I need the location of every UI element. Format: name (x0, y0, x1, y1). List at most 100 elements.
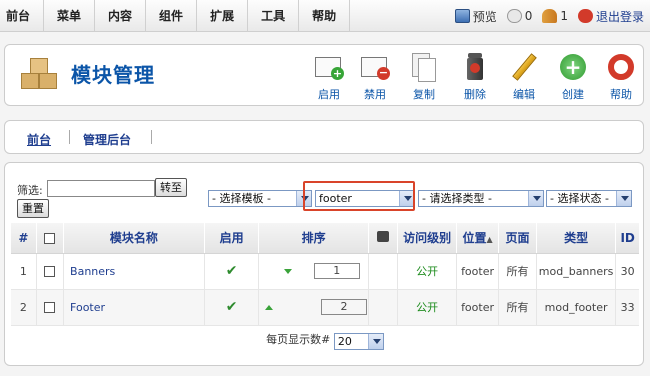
sort-up-icon: ▲ (486, 235, 493, 245)
toolbar-panel: 模块管理 + 启用 − 禁用 复制 删除 编辑 + 创建 帮助 (4, 44, 644, 106)
table-header-row: # 模块名称 启用 排序 访问级别 位置▲ 页面 类型 ID (11, 223, 639, 254)
tab-site[interactable]: 前台 (27, 131, 51, 148)
move-down-icon[interactable] (284, 269, 293, 274)
template-select-value: - 选择模板 - (212, 192, 271, 205)
help-button[interactable]: 帮助 (599, 51, 643, 102)
menu-help[interactable]: 帮助 (299, 0, 351, 32)
top-menu-bar: 前台 菜单 内容 组件 扩展 工具 帮助 预览 0 1 退出登录 (0, 0, 650, 32)
publish-button[interactable]: + 启用 (307, 51, 351, 102)
trash-icon (459, 51, 491, 83)
go-button[interactable]: 转至 (155, 178, 187, 197)
chevron-down-icon (367, 334, 383, 349)
copy-label: 复制 (413, 88, 435, 101)
filter-input[interactable] (47, 180, 155, 197)
state-select[interactable]: - 选择状态 - (546, 190, 632, 207)
menu-menus[interactable]: 菜单 (44, 0, 96, 32)
access-level[interactable]: 公开 (397, 289, 457, 326)
order-input[interactable]: 1 (313, 263, 360, 279)
menu-tools[interactable]: 工具 (248, 0, 300, 32)
menu-components[interactable]: 组件 (146, 0, 198, 32)
submenu-divider (69, 130, 70, 144)
reset-button[interactable]: 重置 (17, 199, 49, 218)
move-up-icon[interactable] (265, 305, 274, 310)
new-button[interactable]: + 创建 (551, 51, 595, 102)
logout-label: 退出登录 (595, 9, 644, 24)
menu-extensions[interactable]: 扩展 (197, 0, 249, 32)
edit-label: 编辑 (513, 88, 535, 101)
submenu-divider (151, 130, 152, 144)
state-select-value: - 选择状态 - (550, 192, 609, 205)
module-icon (17, 53, 63, 93)
unpublish-button[interactable]: − 禁用 (353, 51, 397, 102)
row-checkbox[interactable] (44, 302, 56, 313)
users-icon (542, 9, 558, 23)
col-pages[interactable]: 页面 (498, 223, 537, 254)
published-check-icon[interactable]: ✔ (226, 299, 238, 315)
menu-frontend[interactable]: 前台 (0, 0, 45, 32)
pages-value: 所有 (498, 289, 537, 326)
help-label: 帮助 (610, 88, 632, 101)
preview-icon (454, 9, 470, 23)
delete-label: 删除 (464, 88, 486, 101)
highlight-box (303, 181, 415, 211)
type-select-value: - 请选择类型 - (422, 192, 492, 205)
messages-count: 0 (524, 9, 533, 23)
id-value: 33 (615, 289, 639, 326)
logout-link[interactable]: 退出登录 (577, 8, 644, 25)
col-enabled[interactable]: 启用 (203, 223, 259, 254)
col-save-order (367, 223, 398, 254)
module-name-link[interactable]: Banners (63, 253, 205, 290)
page-size-value: 20 (337, 335, 352, 348)
row-checkbox[interactable] (44, 266, 56, 277)
filter-label: 筛选: (17, 184, 43, 197)
preview-link[interactable]: 预览 (454, 8, 497, 25)
template-select[interactable]: - 选择模板 - (208, 190, 312, 207)
delete-button[interactable]: 删除 (453, 51, 497, 102)
pencil-icon (508, 51, 540, 83)
status-area: 预览 0 1 退出登录 (449, 0, 644, 32)
position-value: footer (456, 289, 499, 326)
col-number: # (11, 223, 37, 254)
type-value: mod_footer (535, 289, 616, 326)
tab-administrator[interactable]: 管理后台 (83, 131, 131, 148)
page-size-select[interactable]: 20 (333, 333, 384, 350)
unpublish-icon: − (359, 51, 391, 83)
position-value: footer (456, 253, 499, 290)
submenu-panel: 前台 管理后台 (4, 120, 644, 154)
page-title: 模块管理 (71, 62, 155, 87)
users-link[interactable]: 1 (542, 9, 568, 23)
logout-icon (577, 9, 593, 23)
publish-icon: + (313, 51, 345, 83)
plus-circle-icon: + (557, 51, 589, 83)
col-access[interactable]: 访问级别 (397, 223, 457, 254)
edit-button[interactable]: 编辑 (502, 51, 546, 102)
access-level[interactable]: 公开 (397, 253, 457, 290)
row-number: 2 (11, 289, 37, 326)
pagination: 每页显示数# 20 (5, 331, 645, 351)
select-all-checkbox[interactable] (44, 232, 56, 244)
module-name-link[interactable]: Footer (63, 289, 205, 326)
col-type[interactable]: 类型 (535, 223, 616, 254)
unpublish-label: 禁用 (364, 88, 386, 101)
message-icon (506, 9, 522, 23)
id-value: 30 (615, 253, 639, 290)
chevron-down-icon (528, 191, 543, 206)
save-order-icon[interactable] (376, 230, 389, 242)
type-select[interactable]: - 请选择类型 - (418, 190, 544, 207)
users-count: 1 (560, 9, 568, 23)
modules-table: # 模块名称 启用 排序 访问级别 位置▲ 页面 类型 ID 1 Banners… (11, 223, 639, 326)
col-order[interactable]: 排序 (258, 223, 369, 254)
page-header: 模块管理 (17, 53, 155, 93)
table-row: 1 Banners ✔ 1 公开 footer 所有 mod_banners 3… (11, 253, 639, 290)
top-menu: 前台 菜单 内容 组件 扩展 工具 帮助 (0, 0, 351, 32)
published-check-icon[interactable]: ✔ (226, 263, 238, 279)
col-id[interactable]: ID (615, 223, 639, 254)
preview-label: 预览 (472, 9, 497, 24)
messages-link[interactable]: 0 (506, 9, 533, 23)
col-module-name[interactable]: 模块名称 (63, 223, 205, 254)
order-input[interactable]: 2 (320, 299, 367, 315)
copy-button[interactable]: 复制 (402, 51, 446, 102)
col-position[interactable]: 位置▲ (456, 223, 499, 254)
copy-icon (408, 51, 440, 83)
menu-content[interactable]: 内容 (95, 0, 147, 32)
